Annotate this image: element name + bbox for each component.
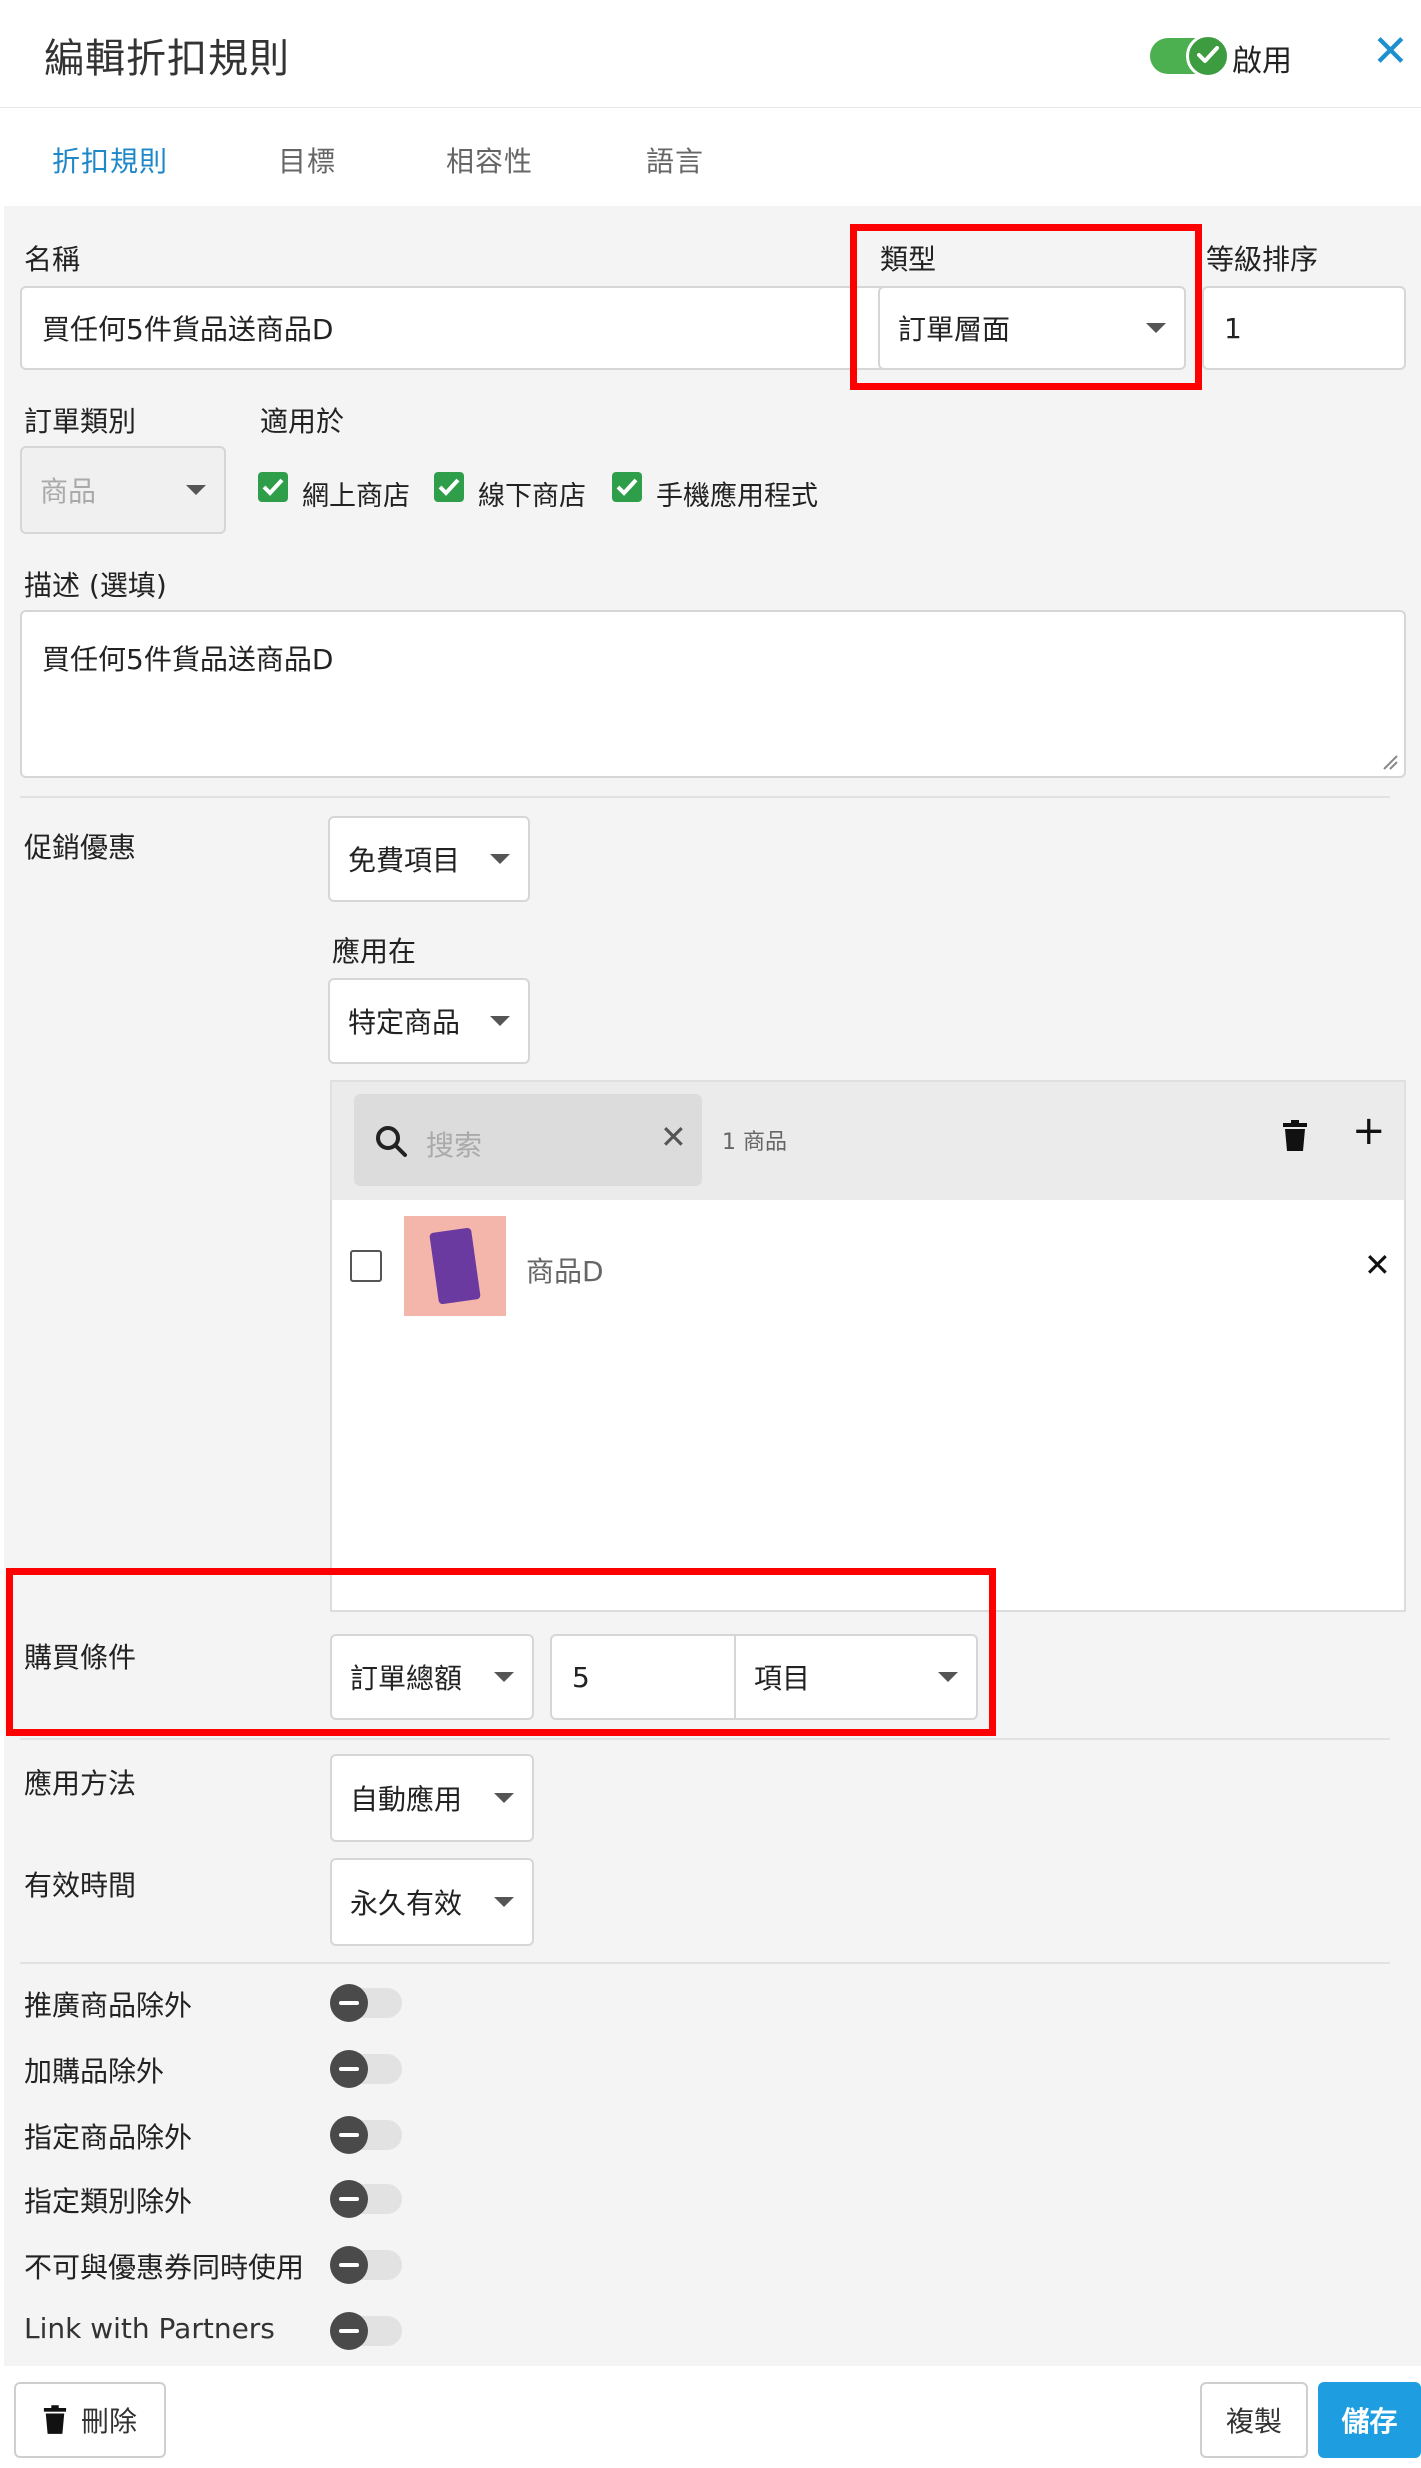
validity-label: 有效時間 xyxy=(24,1869,137,1902)
copy-label: 複製 xyxy=(1225,2405,1282,2438)
validity-value: 永久有效 xyxy=(350,1887,463,1920)
tab-compatibility[interactable]: 相容性 xyxy=(446,140,533,180)
check-icon xyxy=(1186,34,1230,78)
checkbox-mobile-app[interactable] xyxy=(612,472,642,502)
minus-icon xyxy=(339,2133,359,2137)
rank-input[interactable]: 1 xyxy=(1202,286,1406,370)
order-category-value: 商品 xyxy=(40,475,97,508)
apply-on-value: 特定商品 xyxy=(348,1006,461,1039)
toggle-knob xyxy=(330,2180,368,2218)
chevron-down-icon xyxy=(186,485,206,495)
product-checkbox[interactable] xyxy=(350,1250,382,1282)
apply-method-label: 應用方法 xyxy=(24,1767,137,1800)
exclusion-toggle[interactable] xyxy=(330,2116,402,2154)
name-label: 名稱 xyxy=(24,243,81,276)
description-value: 買任何5件貨品送商品D xyxy=(42,643,334,676)
resize-handle-icon[interactable] xyxy=(1382,754,1398,770)
save-button[interactable]: 儲存 xyxy=(1318,2382,1421,2458)
chevron-down-icon xyxy=(490,854,510,864)
exclusion-label: 加購品除外 xyxy=(24,2055,165,2088)
offer-select[interactable]: 免費項目 xyxy=(328,816,530,902)
applies-to-label: 適用於 xyxy=(260,405,345,438)
minus-icon xyxy=(339,2329,359,2333)
offline-store-label: 線下商店 xyxy=(478,481,586,512)
toggle-knob xyxy=(330,1984,368,2022)
checkbox-online-store[interactable] xyxy=(258,472,288,502)
minus-icon xyxy=(339,2067,359,2071)
promo-label: 促銷優惠 xyxy=(24,831,137,864)
rank-value: 1 xyxy=(1224,311,1242,345)
rank-label: 等級排序 xyxy=(1206,243,1319,276)
divider xyxy=(20,796,1390,798)
enable-label: 啟用 xyxy=(1232,44,1292,79)
minus-icon xyxy=(339,2197,359,2201)
highlight-purchase-condition xyxy=(6,1568,996,1736)
dialog-footer: 刪除 複製 儲存 xyxy=(0,2366,1421,2468)
dialog-title: 編輯折扣規則 xyxy=(44,36,290,82)
toggle-knob xyxy=(330,2050,368,2088)
exclusion-toggle[interactable] xyxy=(330,2246,402,2284)
checkbox-offline-store[interactable] xyxy=(434,472,464,502)
name-input[interactable]: 買任何5件貨品送商品D xyxy=(20,286,900,370)
mobile-app-label: 手機應用程式 xyxy=(656,481,818,512)
close-icon[interactable]: ✕ xyxy=(1372,30,1409,74)
exclusion-label: 不可與優惠券同時使用 xyxy=(24,2251,305,2284)
product-thumbnail xyxy=(404,1216,506,1316)
name-value: 買任何5件貨品送商品D xyxy=(42,313,334,346)
toggle-knob xyxy=(330,2312,368,2350)
order-category-select: 商品 xyxy=(20,446,226,534)
add-product-icon[interactable]: + xyxy=(1352,1108,1386,1154)
chevron-down-icon xyxy=(494,1897,514,1907)
exclusion-label: 指定類別除外 xyxy=(24,2185,193,2218)
exclusion-toggle[interactable] xyxy=(330,1984,402,2022)
divider xyxy=(20,1738,1390,1740)
toggle-knob xyxy=(330,2246,368,2284)
description-label: 描述 (選填) xyxy=(24,569,167,602)
delete-button[interactable]: 刪除 xyxy=(14,2382,166,2458)
exclusion-label: 推廣商品除外 xyxy=(24,1989,193,2022)
tab-discount-rule[interactable]: 折扣規則 xyxy=(52,140,168,180)
product-package-image xyxy=(429,1227,481,1305)
tab-language[interactable]: 語言 xyxy=(646,140,704,180)
product-picker-toolbar: 搜索 ✕ 1 商品 + xyxy=(330,1080,1406,1202)
offer-value: 免費項目 xyxy=(348,844,461,877)
save-label: 儲存 xyxy=(1341,2405,1398,2438)
highlight-type xyxy=(850,224,1202,390)
delete-label: 刪除 xyxy=(80,2405,137,2438)
exclusion-toggle[interactable] xyxy=(330,2180,402,2218)
tab-bar: 折扣規則 目標 相容性 語言 xyxy=(0,110,1421,206)
clear-search-icon[interactable]: ✕ xyxy=(660,1118,687,1156)
divider xyxy=(20,1962,1390,1964)
validity-select[interactable]: 永久有效 xyxy=(330,1858,534,1946)
exclusion-label: Link with Partners xyxy=(24,2312,275,2345)
copy-button[interactable]: 複製 xyxy=(1200,2382,1308,2458)
chevron-down-icon xyxy=(494,1793,514,1803)
minus-icon xyxy=(339,2001,359,2005)
trash-icon xyxy=(43,2405,67,2434)
chevron-down-icon xyxy=(490,1016,510,1026)
remove-product-icon[interactable]: ✕ xyxy=(1364,1246,1391,1284)
minus-icon xyxy=(339,2263,359,2267)
tab-target[interactable]: 目標 xyxy=(278,140,336,180)
product-name: 商品D xyxy=(526,1255,604,1288)
search-icon xyxy=(376,1126,407,1157)
toggle-knob xyxy=(330,2116,368,2154)
apply-on-select[interactable]: 特定商品 xyxy=(328,978,530,1064)
product-count: 1 商品 xyxy=(722,1130,787,1155)
dialog-header: 編輯折扣規則 啟用 ✕ xyxy=(0,0,1421,108)
search-box[interactable]: 搜索 ✕ xyxy=(354,1094,702,1186)
apply-method-value: 自動應用 xyxy=(350,1783,463,1816)
product-list: 商品D ✕ xyxy=(330,1200,1406,1612)
enable-toggle[interactable] xyxy=(1150,34,1230,78)
description-textarea[interactable]: 買任何5件貨品送商品D xyxy=(20,610,1406,778)
exclusion-toggle[interactable] xyxy=(330,2050,402,2088)
search-placeholder: 搜索 xyxy=(426,1129,483,1162)
trash-icon[interactable] xyxy=(1282,1120,1308,1152)
order-category-label: 訂單類別 xyxy=(24,405,137,438)
apply-on-label: 應用在 xyxy=(332,935,417,968)
online-store-label: 網上商店 xyxy=(302,481,410,512)
apply-method-select[interactable]: 自動應用 xyxy=(330,1754,534,1842)
exclusion-toggle[interactable] xyxy=(330,2312,402,2350)
exclusion-label: 指定商品除外 xyxy=(24,2121,193,2154)
